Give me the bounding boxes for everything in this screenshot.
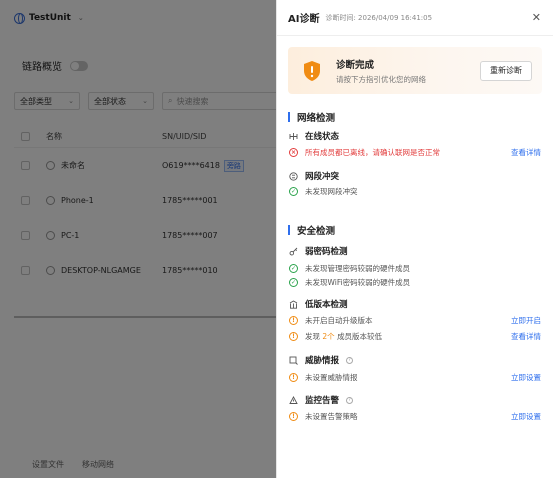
online-status-result: × 所有成员都已离线，请确认联网是否正常 查看详情 (289, 147, 541, 158)
result-text: 未设置告警策略 (305, 412, 358, 421)
set-now-link[interactable]: 立即设置 (511, 372, 541, 383)
summary-subtitle: 请按下方指引优化您的网络 (336, 74, 426, 84)
summary-title: 诊断完成 (336, 59, 375, 71)
threat-intel-title: 威胁情报 ? (289, 354, 354, 366)
online-status-title: 在线状态 (289, 130, 339, 142)
view-details-link[interactable]: 查看详情 (511, 331, 541, 342)
result-text: 发现 2个 成员版本较低 (305, 331, 382, 342)
result-text: 未发现网段冲突 (305, 187, 358, 196)
error-icon: × (289, 148, 298, 157)
weak-wifi-password-result: ✓ 未发现WiFi密码较弱的硬件成员 (289, 277, 541, 288)
diagnosis-time: 诊断时间: 2026/04/09 16:41:05 (325, 13, 433, 22)
version-icon (289, 299, 298, 309)
monitor-alert-result: ! 未设置告警策略 立即设置 (289, 411, 541, 422)
item-title-text: 网段冲突 (305, 172, 340, 182)
section-title: 网络检测 (297, 113, 336, 124)
conflict-icon (289, 171, 298, 181)
check-icon: ✓ (289, 264, 298, 273)
rediagnose-button[interactable]: 重新诊断 (480, 60, 532, 81)
shield-warning-icon (302, 60, 322, 82)
ip-conflict-title: 网段冲突 (289, 170, 339, 182)
result-text: 未发现管理密码较弱的硬件成员 (305, 264, 410, 273)
set-now-link[interactable]: 立即设置 (511, 411, 541, 422)
low-version-title: 低版本检测 (289, 298, 348, 310)
help-icon[interactable]: ? (346, 396, 354, 404)
network-topology-icon (289, 132, 298, 141)
item-title-text: 威胁情报 (305, 356, 340, 366)
diagnosis-summary-card: 诊断完成 请按下方指引优化您的网络 重新诊断 (288, 47, 542, 94)
threat-icon (289, 356, 298, 365)
auto-upgrade-result: ! 未开启自动升级版本 立即开启 (289, 315, 541, 326)
key-icon (289, 247, 298, 256)
threat-intel-result: ! 未设置威胁情报 立即设置 (289, 372, 541, 383)
drawer-title: AI诊断 (288, 14, 320, 25)
low-version-count: 2个 (322, 332, 335, 341)
warning-icon: ! (289, 316, 298, 325)
network-check-section: 网络检测 (288, 110, 335, 124)
result-text: 所有成员都已离线，请确认联网是否正常 (305, 148, 440, 157)
item-title-text: 监控告警 (305, 396, 340, 406)
result-prefix: 发现 (305, 332, 320, 341)
item-title-text: 低版本检测 (305, 300, 348, 310)
low-version-members-result: ! 发现 2个 成员版本较低 查看详情 (289, 331, 541, 342)
alert-icon (289, 395, 298, 405)
warning-icon: ! (289, 332, 298, 341)
item-title-text: 在线状态 (305, 132, 340, 142)
enable-now-link[interactable]: 立即开启 (511, 315, 541, 326)
view-details-link[interactable]: 查看详情 (511, 147, 541, 158)
warning-icon: ! (289, 412, 298, 421)
ip-conflict-result: ✓ 未发现网段冲突 (289, 186, 541, 197)
warning-icon: ! (289, 373, 298, 382)
help-icon[interactable]: ? (346, 356, 354, 364)
result-text: 未设置威胁情报 (305, 373, 358, 382)
monitor-alert-title: 监控告警 ? (289, 394, 354, 406)
section-accent-bar (288, 225, 290, 235)
section-title: 安全检测 (297, 226, 336, 237)
close-icon[interactable]: ✕ (532, 11, 541, 24)
result-text: 未发现WiFi密码较弱的硬件成员 (305, 278, 411, 287)
weak-password-title: 弱密码检测 (289, 245, 348, 257)
ai-diagnosis-drawer: AI诊断 诊断时间: 2026/04/09 16:41:05 ✕ 诊断完成 请按… (276, 0, 553, 478)
result-text: 未开启自动升级版本 (305, 316, 373, 325)
security-check-section: 安全检测 (288, 223, 335, 237)
check-icon: ✓ (289, 187, 298, 196)
check-icon: ✓ (289, 278, 298, 287)
weak-admin-password-result: ✓ 未发现管理密码较弱的硬件成员 (289, 263, 541, 274)
drawer-header: AI诊断 诊断时间: 2026/04/09 16:41:05 ✕ (277, 0, 553, 36)
section-accent-bar (288, 112, 290, 122)
result-suffix: 成员版本较低 (337, 332, 383, 341)
item-title-text: 弱密码检测 (305, 247, 348, 257)
